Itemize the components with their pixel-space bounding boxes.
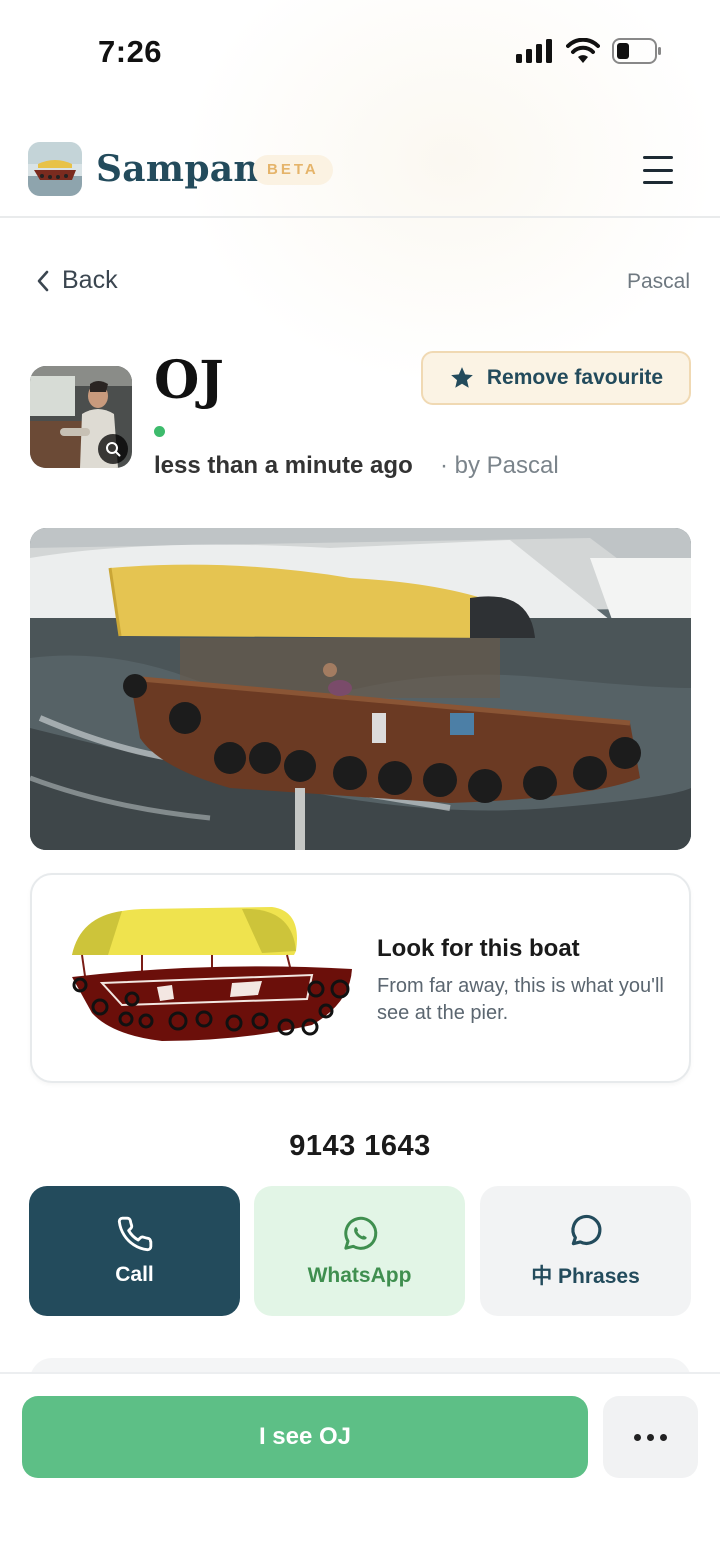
status-bar: 7:26: [0, 0, 720, 110]
status-icons: [516, 38, 662, 64]
look-card-title: Look for this boat: [377, 935, 580, 962]
menu-icon[interactable]: [636, 152, 680, 188]
cellular-signal-icon: [516, 39, 552, 63]
online-status-dot: [154, 426, 165, 437]
back-label: Back: [62, 266, 118, 294]
boat-name: OJ: [154, 350, 224, 411]
app-header: Sampan BETA: [0, 130, 720, 218]
chat-bubble-icon: [570, 1214, 601, 1246]
by-line: · by Pascal: [440, 452, 559, 479]
battery-icon: [612, 38, 661, 64]
whatsapp-button[interactable]: WhatsApp: [254, 1186, 465, 1316]
last-seen: less than a minute ago: [154, 452, 413, 479]
favourite-label: Remove favourite: [486, 366, 664, 389]
more-options-icon[interactable]: [603, 1396, 698, 1478]
beta-badge: BETA: [253, 155, 333, 185]
star-icon: [451, 367, 473, 388]
look-card-description: From far away, this is what you'll see a…: [377, 975, 664, 1024]
status-time: 7:26: [98, 34, 163, 69]
app-logo[interactable]: [28, 142, 82, 196]
call-button[interactable]: Call: [29, 1186, 240, 1316]
boat-photo[interactable]: [30, 528, 691, 850]
back-button[interactable]: Back: [36, 266, 118, 295]
chevron-left-icon: [37, 270, 49, 291]
look-for-boat-card: Look for this boat From far away, this i…: [30, 873, 691, 1083]
phrases-label: 中 Phrases: [531, 1265, 640, 1288]
owner-link[interactable]: Pascal: [627, 270, 690, 294]
i-see-boat-button[interactable]: I see OJ: [22, 1396, 588, 1478]
phrases-button[interactable]: 中 Phrases: [480, 1186, 691, 1316]
whatsapp-icon: [343, 1216, 377, 1250]
wifi-icon: [566, 38, 600, 63]
app-name[interactable]: Sampan: [96, 148, 260, 190]
boat-illustration: [72, 907, 352, 1041]
zoom-icon[interactable]: [98, 434, 128, 464]
whatsapp-label: WhatsApp: [307, 1264, 412, 1287]
phone-number[interactable]: 9143 1643: [0, 1130, 720, 1163]
remove-favourite-button[interactable]: Remove favourite: [421, 351, 691, 405]
bottom-action-bar: I see OJ: [0, 1372, 720, 1560]
phone-icon: [117, 1216, 152, 1252]
call-label: Call: [115, 1263, 154, 1286]
boat-avatar[interactable]: [30, 366, 132, 468]
